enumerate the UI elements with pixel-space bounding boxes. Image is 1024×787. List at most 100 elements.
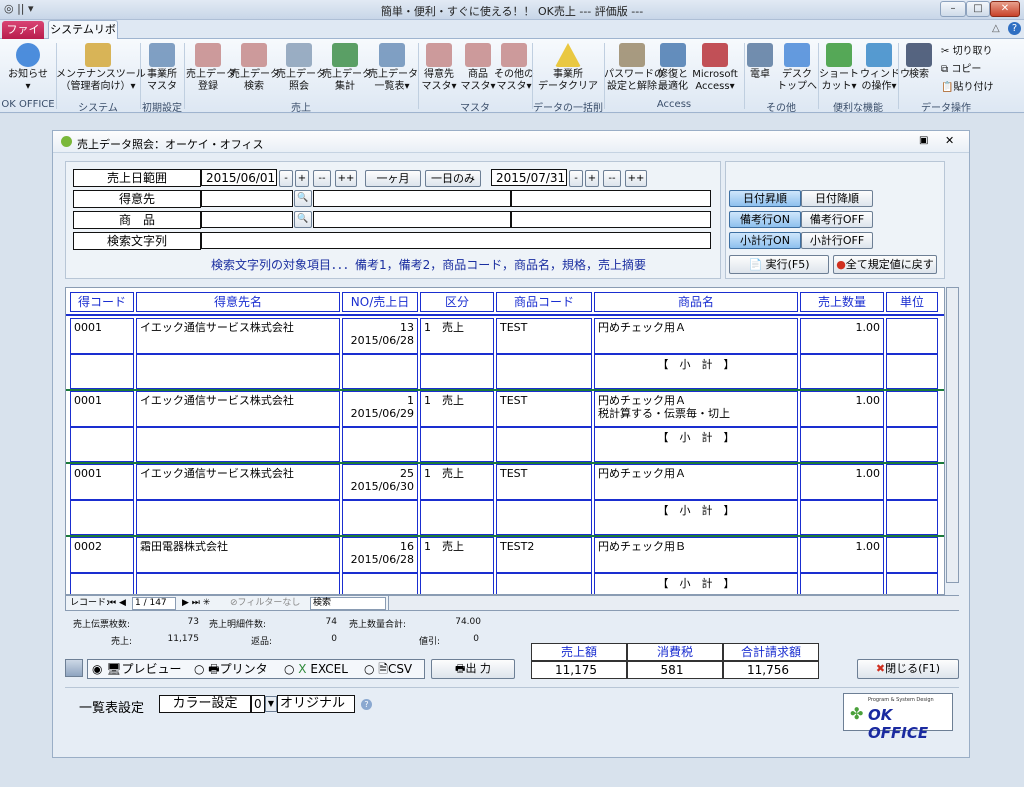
column-header[interactable]: 売上数量	[800, 292, 884, 312]
csv-radio[interactable]: ○ 🗎CSV	[364, 660, 412, 678]
column-header[interactable]: 区分	[420, 292, 494, 312]
ribbon-button-19[interactable]: 検索	[898, 43, 940, 81]
product-name-field[interactable]	[313, 211, 511, 228]
ribbon-button-16[interactable]: デスク トップへ	[776, 43, 818, 93]
form-close-icon[interactable]: ✕	[945, 134, 954, 147]
ribbon-button-10[interactable]: その他の マスタ▾	[494, 43, 534, 93]
date-to-plus-button[interactable]: +	[585, 170, 599, 187]
excel-radio[interactable]: ○ X EXCEL	[284, 660, 348, 678]
grid-cell[interactable]: 1 2015/06/29	[342, 391, 418, 427]
grid-cell[interactable]: 1.00	[800, 537, 884, 573]
subtotal-on-button[interactable]: 小計行ON	[729, 232, 801, 249]
record-first-icon[interactable]: ⏮ ◀	[108, 596, 126, 610]
grid-cell[interactable]: 円めチェック用Ａ	[594, 318, 798, 354]
record-next-icon[interactable]: ▶ ⏭ ✳	[182, 596, 210, 610]
grid-cell[interactable]: 円めチェック用Ａ 税計算する・伝票毎・切上	[594, 391, 798, 427]
column-header[interactable]: 単位	[886, 292, 938, 312]
grid-cell[interactable]: 0001	[70, 318, 134, 354]
grid-cell[interactable]	[886, 537, 938, 573]
ribbon-button-6[interactable]: 売上データ 集計	[322, 43, 372, 93]
memo-on-button[interactable]: 備考行ON	[729, 211, 801, 228]
grid-cell[interactable]	[886, 391, 938, 427]
cut-button[interactable]: ✂ 切り取り	[941, 43, 993, 61]
date-from-pp-button[interactable]: ++	[335, 170, 357, 187]
grid-horizontal-scrollbar[interactable]	[388, 596, 960, 610]
date-from-mm-button[interactable]: --	[313, 170, 331, 187]
close-window-button[interactable]: ✕	[990, 1, 1020, 17]
date-to-minus-button[interactable]: -	[569, 170, 583, 187]
run-button[interactable]: 📄 実行(F5)	[729, 255, 829, 274]
ribbon-button-15[interactable]: 電卓	[744, 43, 776, 81]
settings-icon[interactable]	[65, 659, 83, 677]
column-header[interactable]: NO/売上日	[342, 292, 418, 312]
ribbon-button-2[interactable]: 事業所 マスタ	[140, 43, 184, 93]
date-from-field[interactable]: 2015/06/01	[201, 169, 277, 186]
tab-file[interactable]: ファイル	[2, 21, 44, 53]
grid-cell[interactable]: イエック通信サービス株式会社	[136, 464, 340, 500]
form-restore-icon[interactable]: ▣	[919, 135, 928, 146]
grid-cell[interactable]: イエック通信サービス株式会社	[136, 391, 340, 427]
record-position[interactable]: 1 / 147	[132, 597, 176, 610]
ribbon-button-0[interactable]: お知らせ ▾	[0, 43, 56, 93]
grid-cell[interactable]: 円めチェック用Ａ	[594, 464, 798, 500]
column-header[interactable]: 商品コード	[496, 292, 592, 312]
output-button[interactable]: 🖶出 力	[431, 659, 515, 679]
grid-cell[interactable]: 0002	[70, 537, 134, 573]
date-from-plus-button[interactable]: +	[295, 170, 309, 187]
minimize-button[interactable]: –	[940, 1, 966, 17]
grid-cell[interactable]: 16 2015/06/28	[342, 537, 418, 573]
grid-cell[interactable]: 1 売上	[420, 464, 494, 500]
paste-button[interactable]: 📋貼り付け	[941, 79, 993, 97]
product-extra-field[interactable]	[511, 211, 711, 228]
ribbon-button-8[interactable]: 得意先 マスタ▾	[420, 43, 458, 93]
tab-system-ribbon[interactable]: システムリボン	[48, 20, 118, 54]
grid-cell[interactable]: 1.00	[800, 391, 884, 427]
copy-button[interactable]: ⧉ コピー	[941, 61, 993, 79]
memo-off-button[interactable]: 備考行OFF	[801, 211, 873, 228]
filter-indicator[interactable]: ⊘フィルターなし	[230, 596, 300, 610]
ribbon-button-13[interactable]: 修復と 最適化	[656, 43, 690, 93]
reset-button[interactable]: ●全て規定値に戻す	[833, 255, 937, 274]
maximize-button[interactable]: □	[966, 1, 990, 17]
ribbon-button-5[interactable]: 売上データ 照会	[276, 43, 326, 93]
grid-cell[interactable]: 1 売上	[420, 318, 494, 354]
column-header[interactable]: 得コード	[70, 292, 134, 312]
column-header[interactable]: 得意先名	[136, 292, 340, 312]
product-search-icon[interactable]: 🔍	[294, 211, 312, 228]
customer-search-icon[interactable]: 🔍	[294, 190, 312, 207]
grid-cell[interactable]: 0001	[70, 464, 134, 500]
grid-search-field[interactable]: 検索	[310, 597, 386, 610]
date-from-minus-button[interactable]: -	[279, 170, 293, 187]
grid-cell[interactable]: TEST	[496, 464, 592, 500]
grid-cell[interactable]: 霜田電器株式会社	[136, 537, 340, 573]
ribbon-button-9[interactable]: 商品 マスタ▾	[460, 43, 496, 93]
ribbon-button-7[interactable]: 売上データ 一覧表▾	[368, 43, 418, 93]
one-month-button[interactable]: 一ヶ月	[365, 170, 421, 187]
grid-cell[interactable]: TEST2	[496, 537, 592, 573]
grid-cell[interactable]: イエック通信サービス株式会社	[136, 318, 340, 354]
help-icon[interactable]: ?	[361, 699, 372, 710]
grid-cell[interactable]	[886, 464, 938, 500]
grid-cell[interactable]: TEST	[496, 391, 592, 427]
grid-cell[interactable]	[886, 318, 938, 354]
ribbon-button-3[interactable]: 売上データ 登録	[186, 43, 236, 93]
product-code-field[interactable]	[201, 211, 293, 228]
grid-cell[interactable]: 25 2015/06/30	[342, 464, 418, 500]
date-to-pp-button[interactable]: ++	[625, 170, 647, 187]
date-asc-button[interactable]: 日付昇順	[729, 190, 801, 207]
grid-cell[interactable]: 円めチェック用Ｂ	[594, 537, 798, 573]
help-icon[interactable]: ?	[1008, 22, 1021, 35]
grid-cell[interactable]: TEST	[496, 318, 592, 354]
column-header[interactable]: 商品名	[594, 292, 798, 312]
ribbon-button-18[interactable]: ウィンドウ の操作▾	[860, 43, 910, 93]
color-dropdown-icon[interactable]: ▼	[265, 696, 277, 712]
color-value-field[interactable]: 0	[251, 695, 265, 713]
preview-radio[interactable]: ◉ 🖥プレビュー	[92, 660, 182, 678]
customer-extra-field[interactable]	[511, 190, 711, 207]
ribbon-button-14[interactable]: Microsoft Access▾	[690, 43, 740, 93]
close-form-button[interactable]: ✖閉じる(F1)	[857, 659, 959, 679]
grid-cell[interactable]: 1.00	[800, 464, 884, 500]
grid-cell[interactable]: 13 2015/06/28	[342, 318, 418, 354]
one-day-button[interactable]: 一日のみ	[425, 170, 481, 187]
grid-cell[interactable]: 1.00	[800, 318, 884, 354]
